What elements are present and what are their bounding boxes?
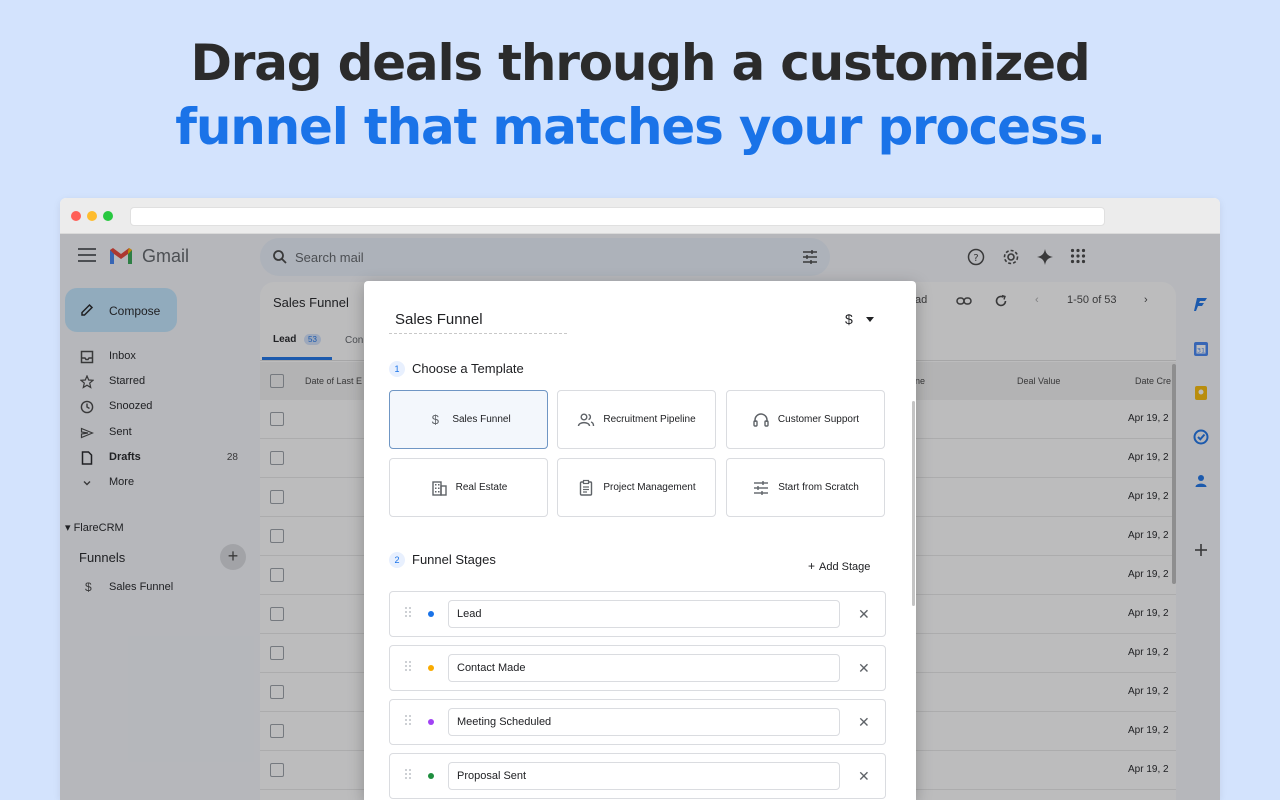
template-start-from-scratch[interactable]: Start from Scratch bbox=[726, 458, 885, 517]
stage-color-dot[interactable] bbox=[428, 665, 434, 671]
template-label: Recruitment Pipeline bbox=[603, 414, 696, 425]
funnel-name-field[interactable]: Sales Funnel bbox=[395, 311, 483, 328]
stage-name-input[interactable]: Lead bbox=[448, 600, 840, 628]
remove-stage-icon[interactable]: ✕ bbox=[858, 768, 870, 785]
template-project-management[interactable]: Project Management bbox=[557, 458, 716, 517]
step-title-template: Choose a Template bbox=[412, 361, 524, 376]
stage-name-value: Contact Made bbox=[457, 662, 526, 674]
drag-handle-icon[interactable] bbox=[405, 661, 413, 673]
stage-name-value: Lead bbox=[457, 608, 482, 620]
headset-icon bbox=[753, 412, 769, 427]
stage-row-contact-made[interactable]: Contact Made ✕ bbox=[389, 645, 886, 691]
template-label: Real Estate bbox=[455, 482, 508, 493]
step-number: 2 bbox=[389, 552, 405, 568]
template-sales-funnel[interactable]: $ Sales Funnel bbox=[389, 390, 548, 449]
template-customer-support[interactable]: Customer Support bbox=[726, 390, 885, 449]
stage-name-input[interactable]: Proposal Sent bbox=[448, 762, 840, 790]
step-title-stages: Funnel Stages bbox=[412, 552, 496, 567]
sliders-icon bbox=[754, 480, 769, 495]
remove-stage-icon[interactable]: ✕ bbox=[858, 660, 870, 677]
people-icon bbox=[578, 413, 595, 426]
close-window-button[interactable] bbox=[71, 211, 81, 221]
plus-icon: + bbox=[808, 559, 816, 573]
currency-select[interactable]: $ bbox=[845, 311, 853, 327]
template-label: Sales Funnel bbox=[452, 414, 511, 425]
clipboard-icon bbox=[580, 479, 593, 496]
template-label: Start from Scratch bbox=[778, 482, 859, 493]
funnel-name-underline bbox=[389, 333, 567, 334]
drag-handle-icon[interactable] bbox=[405, 769, 413, 781]
minimize-window-button[interactable] bbox=[87, 211, 97, 221]
stage-color-dot[interactable] bbox=[428, 719, 434, 725]
stage-row-lead[interactable]: Lead ✕ bbox=[389, 591, 886, 637]
stage-name-value: Proposal Sent bbox=[457, 770, 527, 782]
stage-name-input[interactable]: Contact Made bbox=[448, 654, 840, 682]
maximize-window-button[interactable] bbox=[103, 211, 113, 221]
stage-name-input[interactable]: Meeting Scheduled bbox=[448, 708, 840, 736]
caret-down-icon[interactable] bbox=[866, 317, 874, 322]
remove-stage-icon[interactable]: ✕ bbox=[858, 606, 870, 623]
template-label: Customer Support bbox=[777, 414, 860, 425]
stage-name-value: Meeting Scheduled bbox=[457, 716, 552, 728]
step-number: 1 bbox=[389, 361, 405, 377]
dialog-scrollbar[interactable] bbox=[912, 401, 915, 606]
funnel-editor-dialog: Sales Funnel $ 1 Choose a Template $ Sal… bbox=[364, 281, 916, 800]
drag-handle-icon[interactable] bbox=[405, 607, 413, 619]
remove-stage-icon[interactable]: ✕ bbox=[858, 714, 870, 731]
add-stage-button[interactable]: + Add Stage bbox=[808, 559, 870, 573]
drag-handle-icon[interactable] bbox=[405, 715, 413, 727]
template-recruitment-pipeline[interactable]: Recruitment Pipeline bbox=[557, 390, 716, 449]
stage-color-dot[interactable] bbox=[428, 611, 434, 617]
address-bar[interactable] bbox=[130, 207, 1105, 226]
template-label: Project Management bbox=[603, 482, 696, 493]
add-stage-label: Add Stage bbox=[819, 561, 871, 573]
stage-color-dot[interactable] bbox=[428, 773, 434, 779]
stage-row-meeting-scheduled[interactable]: Meeting Scheduled ✕ bbox=[389, 699, 886, 745]
browser-toolbar bbox=[60, 198, 1220, 234]
headline-line-2: funnel that matches your process. bbox=[175, 98, 1106, 156]
stage-row-proposal-sent[interactable]: Proposal Sent ✕ bbox=[389, 753, 886, 799]
headline-line-1: Drag deals through a customized bbox=[190, 34, 1091, 92]
building-icon bbox=[431, 480, 447, 496]
template-real-estate[interactable]: Real Estate bbox=[389, 458, 548, 517]
dollar-icon: $ bbox=[431, 412, 439, 427]
